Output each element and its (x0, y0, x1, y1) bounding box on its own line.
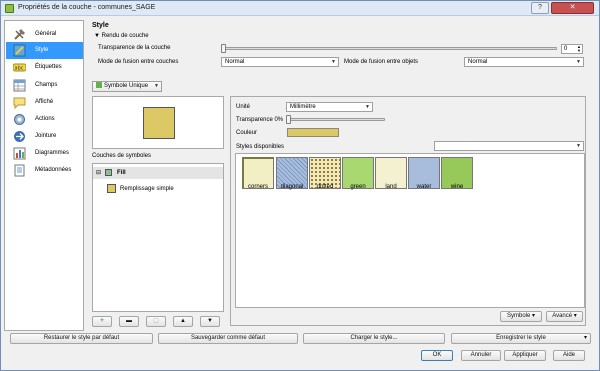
fusion-objets-label: Mode de fusion entre objets (344, 59, 419, 65)
appliquer-button[interactable]: Appliquer (504, 350, 546, 361)
brush-style-icon (13, 44, 26, 57)
symbol-layers-tree: ⊟ Fill Remplissage simple (92, 163, 224, 312)
tree-row-simple-fill[interactable]: Remplissage simple (99, 183, 219, 195)
transparence-couche-label: Transparence de la couche (98, 45, 171, 51)
sidebar-item-label: Actions (35, 116, 55, 122)
rendu-collapse-toggle[interactable]: ▼ Rendu de couche (94, 33, 149, 39)
layer-properties-window: Propriétés de la couche - communes_SAGE … (0, 0, 600, 371)
close-window-button[interactable]: ✕ (551, 2, 594, 14)
lock-layer-button[interactable]: ▢ (146, 316, 166, 327)
gear-actions-icon (14, 114, 25, 125)
section-title: Style (92, 22, 109, 29)
chevron-down-icon: ▾ (573, 313, 577, 319)
symbol-preview-panel (92, 96, 224, 149)
transparence-couche-spinbox[interactable]: 0 ▲ ▼ (561, 44, 583, 54)
transparence-handle[interactable] (286, 115, 291, 124)
aide-button[interactable]: Aide (553, 350, 585, 361)
move-up-button[interactable]: ▲ (173, 316, 193, 327)
sidebar-item-affiche[interactable]: Affiché (6, 94, 83, 111)
symbol-properties-panel: Unité Millimètre ▼ Transparence 0% Couleu… (230, 96, 586, 326)
wrench-hammer-icon (14, 29, 25, 40)
symbol-library-list: corners diagonal dotted green land water… (235, 153, 585, 308)
sidebar-item-jointure[interactable]: Jointure (6, 128, 83, 145)
styles-select[interactable]: ▼ (434, 141, 584, 151)
sidebar-item-style[interactable]: Style (6, 42, 83, 59)
renderer-select[interactable]: Symbole Unique ▼ (92, 81, 162, 92)
transparence-couche-handle[interactable] (221, 44, 226, 53)
sidebar: Général Style abc Étiquettes Champs Affi… (4, 20, 84, 331)
transparence-slider[interactable] (287, 118, 385, 121)
sidebar-item-label: Général (35, 31, 57, 37)
move-down-button[interactable]: ▼ (200, 316, 220, 327)
chevron-down-icon: ▼ (331, 59, 336, 65)
simple-fill-swatch-icon (107, 184, 116, 193)
speech-bubble-icon (13, 97, 26, 109)
couleur-button[interactable] (287, 128, 339, 137)
fill-label: Fill (117, 170, 126, 176)
metadata-doc-icon (14, 164, 25, 177)
sidebar-item-label: Jointure (35, 133, 57, 139)
sidebar-item-actions[interactable]: Actions (6, 111, 83, 128)
sidebar-item-etiquettes[interactable]: abc Étiquettes (6, 59, 83, 76)
fill-symbol-icon (105, 169, 112, 176)
add-layer-button[interactable]: + (92, 316, 112, 327)
chevron-down-icon: ▼ (576, 143, 581, 149)
lock-icon: ▢ (153, 318, 159, 324)
sidebar-item-metadonnees[interactable]: Métadonnées (6, 162, 83, 179)
arrow-down-icon: ▼ (207, 318, 213, 324)
charger-style-button[interactable]: Charger le style... (303, 333, 445, 344)
sauvegarder-defaut-button[interactable]: Sauvegarder comme défaut (158, 333, 298, 344)
layers-header: Couches de symboles (92, 153, 152, 159)
remove-layer-button[interactable]: ▬ (119, 316, 139, 327)
enregistrer-style-button[interactable]: Enregistrer le style ▾ (451, 333, 591, 344)
sidebar-item-label: Affiché (35, 99, 54, 105)
abc-label-icon: abc (13, 63, 26, 72)
transparence-couche-slider[interactable] (222, 47, 557, 50)
window-title: Propriétés de la couche - communes_SAGE (18, 4, 156, 11)
fusion-couches-select[interactable]: Normal ▼ (221, 57, 339, 67)
join-arrow-icon (14, 131, 25, 142)
chevron-down-icon: ▼ (365, 104, 370, 110)
svg-text:abc: abc (15, 66, 24, 72)
chevron-down-icon: ▼ (154, 83, 159, 89)
fusion-objets-select[interactable]: Normal ▼ (464, 57, 584, 67)
avance-button[interactable]: Avancé ▾ (546, 311, 583, 322)
styles-label: Styles disponibles (236, 144, 285, 150)
minus-icon: ▬ (126, 318, 132, 324)
chart-icon (13, 147, 26, 160)
sidebar-item-champs[interactable]: Champs (6, 77, 83, 94)
spin-arrows-icon[interactable]: ▲ ▼ (577, 45, 581, 53)
restaurer-style-button[interactable]: Restaurer le style par défaut (10, 333, 153, 344)
help-title-button[interactable]: ? (531, 2, 549, 14)
sidebar-item-label: Étiquettes (35, 64, 62, 70)
sidebar-item-label: Champs (35, 82, 58, 88)
sidebar-item-label: Diagrammes (35, 150, 70, 156)
sidebar-item-label: Métadonnées (35, 167, 72, 173)
plus-icon: + (100, 318, 104, 324)
tree-row-fill[interactable]: ⊟ Fill (93, 167, 223, 179)
symbol-preview-swatch (143, 107, 175, 139)
title-bar: Propriétés de la couche - communes_SAGE … (1, 1, 599, 16)
tree-expand-icon[interactable]: ⊟ (96, 169, 101, 176)
simple-fill-label: Remplissage simple (120, 186, 174, 192)
sidebar-item-label: Style (35, 47, 49, 53)
sidebar-item-general[interactable]: Général (6, 26, 83, 43)
transparence-label: Transparence 0% (236, 117, 284, 123)
chevron-down-icon: ▾ (532, 313, 536, 319)
table-fields-icon (13, 79, 26, 92)
symbole-button[interactable]: Symbole ▾ (500, 311, 542, 322)
chevron-down-icon: ▾ (583, 335, 587, 341)
qgis-app-icon (5, 4, 14, 13)
renderer-icon (96, 82, 102, 89)
rendu-label: Rendu de couche (101, 33, 149, 39)
annuler-button[interactable]: Annuler (461, 350, 501, 361)
arrow-up-icon: ▲ (180, 318, 186, 324)
fusion-couches-label: Mode de fusion entre couches (98, 59, 179, 65)
unite-select[interactable]: Millimètre ▼ (286, 102, 373, 112)
chevron-down-icon: ▼ (576, 59, 581, 65)
unite-label: Unité (236, 104, 251, 110)
sidebar-item-diagrammes[interactable]: Diagrammes (6, 145, 83, 162)
couleur-label: Couleur (236, 130, 258, 136)
ok-button[interactable]: OK (421, 350, 453, 361)
